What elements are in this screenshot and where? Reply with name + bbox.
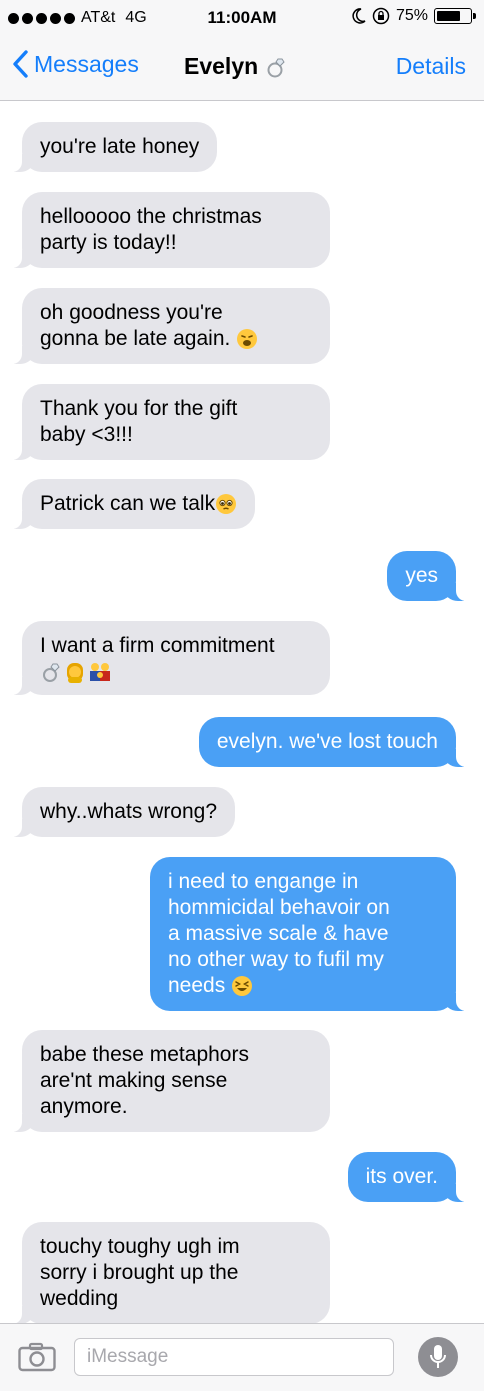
ring-icon <box>267 58 285 77</box>
message-incoming[interactable]: hellooooo the christmas party is today!! <box>10 192 330 268</box>
weary-face-emoji-icon <box>237 329 258 350</box>
message-outgoing[interactable]: i need to engange in hommicidal behavoir… <box>150 857 468 1011</box>
status-bar: AT&t 4G 11:00AM 75% <box>0 0 484 34</box>
message-incoming[interactable]: oh goodness you're gonna be late again. <box>10 288 330 364</box>
message-outgoing[interactable]: evelyn. we've lost touch <box>198 717 469 767</box>
ring-emoji-icon <box>43 663 60 682</box>
message-incoming[interactable]: babe these metaphors are'nt making sense… <box>10 1030 330 1132</box>
message-incoming[interactable]: you're late honey <box>9 122 218 172</box>
pleading-face-emoji-icon <box>216 494 237 515</box>
message-incoming[interactable]: I want a firm commitment <box>10 621 330 695</box>
rotation-lock-icon <box>372 7 390 25</box>
laughing-face-emoji-icon <box>232 976 253 997</box>
back-button[interactable]: Messages <box>12 50 139 78</box>
message-incoming[interactable]: Patrick can we talk <box>9 479 256 529</box>
battery-percent: 75% <box>395 7 428 24</box>
camera-button[interactable] <box>18 1342 56 1377</box>
contact-name: Evelyn <box>184 53 259 79</box>
imessage-input[interactable] <box>74 1338 394 1376</box>
family-emoji-icon <box>90 663 110 681</box>
status-right: 75% <box>352 7 476 25</box>
camera-icon <box>18 1342 56 1372</box>
battery-icon <box>434 8 476 24</box>
conversation-title: Evelyn <box>184 53 288 80</box>
message-input-bar <box>0 1323 484 1391</box>
details-button[interactable]: Details <box>396 53 466 80</box>
message-incoming[interactable]: Thank you for the gift baby <3!!! <box>10 384 330 460</box>
microphone-icon <box>430 1345 446 1368</box>
chevron-left-icon <box>13 50 28 78</box>
message-outgoing[interactable]: yes <box>387 551 468 601</box>
message-incoming[interactable]: touchy toughy ugh im sorry i brought up … <box>10 1222 330 1324</box>
moon-icon <box>352 8 366 24</box>
back-label: Messages <box>34 50 139 77</box>
navigation-bar: Messages Evelyn Details <box>0 34 484 101</box>
message-outgoing[interactable]: its over. <box>347 1152 469 1202</box>
message-thread[interactable]: you're late honey hellooooo the christma… <box>0 101 484 1324</box>
microphone-button[interactable] <box>418 1337 458 1377</box>
message-incoming[interactable]: why..whats wrong? <box>9 787 236 837</box>
bride-emoji-icon <box>67 663 83 683</box>
